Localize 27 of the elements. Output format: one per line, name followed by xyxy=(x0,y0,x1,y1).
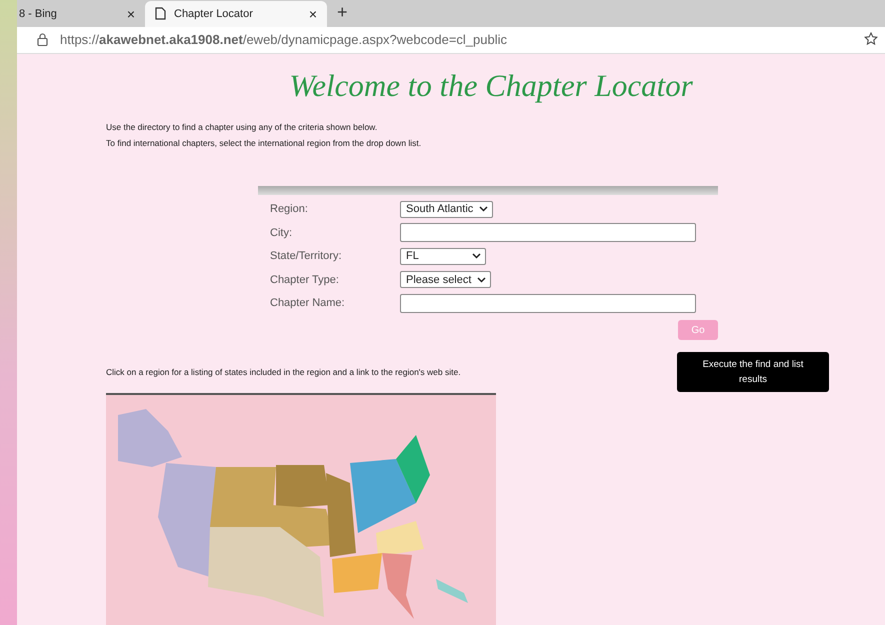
new-tab-button[interactable]: + xyxy=(327,2,358,27)
lock-icon xyxy=(37,33,48,46)
field-label: Region: xyxy=(269,203,309,216)
dropdown[interactable]: South Atlantic xyxy=(400,200,494,218)
tooltip: Execute the find and list results xyxy=(677,352,829,392)
intro-text: Use the directory to find a chapter using any of the criteria shown below. xyxy=(106,122,378,132)
input-field[interactable] xyxy=(400,223,696,242)
field-label: City: xyxy=(269,226,293,239)
dropdown[interactable]: Please select xyxy=(400,271,492,288)
close-icon[interactable]: × xyxy=(126,6,135,22)
field-label: Chapter Name: xyxy=(269,297,346,310)
chevron-icon xyxy=(479,206,488,212)
chevron-icon xyxy=(477,276,486,283)
page-title: Welcome to the Chapter Locator xyxy=(288,68,694,104)
intro-text: To find international chapters, select the international region from the drop down list. xyxy=(106,138,422,148)
close-icon[interactable]: × xyxy=(308,6,317,22)
address-field[interactable]: https://akawebnet.aka1908.net/eweb/dynamicpage.aspx?webcode=cl_public xyxy=(60,32,852,48)
browser-tab[interactable]: 8 - Bing × xyxy=(17,0,145,27)
favorite-star-icon[interactable] xyxy=(864,32,879,48)
chevron-icon xyxy=(472,253,481,260)
dropdown[interactable]: FL xyxy=(400,248,486,265)
browser-tab[interactable]: Chapter Locator × xyxy=(145,0,327,27)
field-label: Chapter Type: xyxy=(269,274,340,286)
input-field[interactable] xyxy=(400,294,696,313)
map-caption: Click on a region for a listing of states included in the region and a link to the region's web site. xyxy=(106,367,462,377)
field-label: State/Territory: xyxy=(269,250,343,262)
document-icon xyxy=(155,7,166,20)
